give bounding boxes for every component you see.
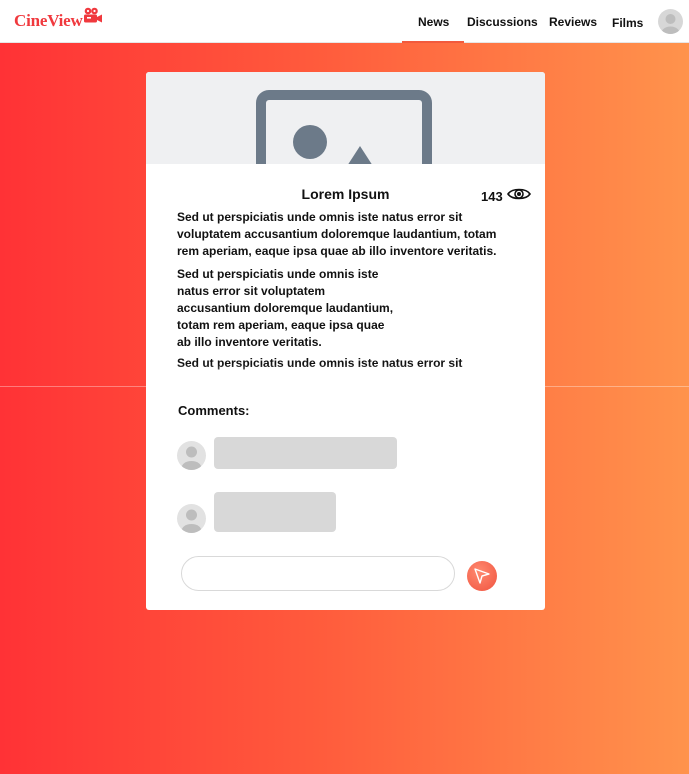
- article-paragraph-2: Sed ut perspiciatis unde omnis iste natu…: [177, 266, 393, 351]
- nav-films[interactable]: Films: [612, 16, 643, 30]
- camera-icon: [81, 7, 103, 30]
- article-card: Lorem Ipsum 143 Sed ut perspiciatis unde…: [146, 72, 545, 610]
- nav-discussions[interactable]: Discussions: [467, 15, 538, 29]
- text-line: rem aperiam, eaque ipsa quae ab illo inv…: [177, 244, 497, 258]
- comment-input[interactable]: [181, 556, 455, 591]
- text-fade-overlay: [146, 364, 545, 388]
- top-navbar: CineView News Discussions Reviews Films: [0, 0, 689, 43]
- nav-news[interactable]: News: [418, 15, 449, 29]
- article-paragraph-1: Sed ut perspiciatis unde omnis iste natu…: [177, 209, 496, 260]
- image-placeholder-icon: [256, 90, 432, 164]
- text-line: totam rem aperiam, eaque ipsa quae: [177, 318, 385, 332]
- text-line: natus error sit voluptatem: [177, 284, 326, 298]
- text-line: Sed ut perspiciatis unde omnis iste: [177, 267, 379, 281]
- comment-bubble: [214, 492, 336, 532]
- text-line: voluptatem accusantium doloremque laudan…: [177, 227, 497, 241]
- view-counter: 143: [481, 187, 531, 206]
- eye-icon: [506, 187, 531, 206]
- comments-heading: Comments:: [178, 403, 250, 418]
- comment-avatar-icon: [177, 504, 206, 533]
- article-image: [146, 72, 545, 164]
- text-line: accusantium doloremque laudantium,: [177, 301, 394, 315]
- view-count: 143: [481, 189, 503, 204]
- user-avatar-icon[interactable]: [658, 9, 683, 34]
- logo[interactable]: CineView: [14, 7, 103, 31]
- comment-avatar-icon: [177, 441, 206, 470]
- text-line: Sed ut perspiciatis unde omnis iste natu…: [177, 210, 463, 224]
- comment-bubble: [214, 437, 397, 469]
- send-icon: [474, 568, 490, 584]
- logo-text: CineView: [14, 11, 83, 30]
- send-button[interactable]: [467, 561, 497, 591]
- text-line: ab illo inventore veritatis.: [177, 335, 322, 349]
- nav-reviews[interactable]: Reviews: [549, 15, 597, 29]
